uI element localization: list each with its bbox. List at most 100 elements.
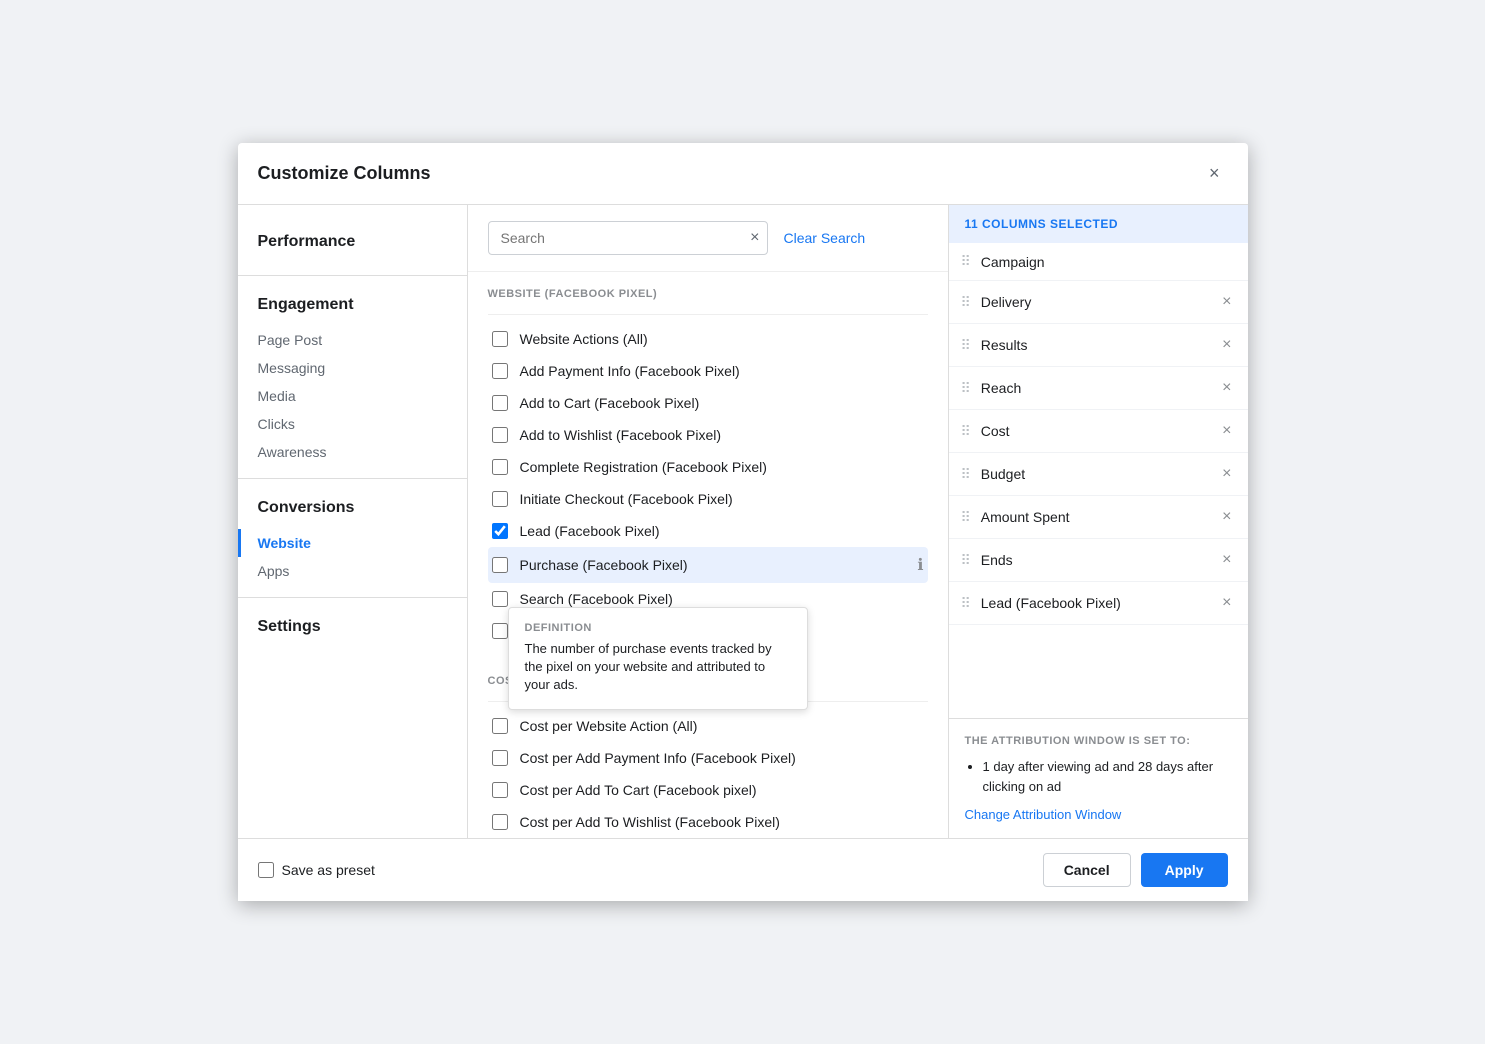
- search-clear-icon[interactable]: ×: [750, 229, 759, 247]
- checkbox-add-to-cart[interactable]: [492, 395, 508, 411]
- checkbox-cost-add-payment[interactable]: [492, 750, 508, 766]
- checkbox-row-website-actions[interactable]: Website Actions (All): [488, 323, 928, 355]
- drag-handle-campaign[interactable]: ⠿: [961, 253, 971, 270]
- selected-item-label-cost: Cost: [981, 423, 1218, 439]
- checkbox-label-search: Search (Facebook Pixel): [520, 591, 924, 607]
- columns-list: WEBSITE (FACEBOOK PIXEL) Website Actions…: [468, 272, 948, 838]
- selected-item-label-ends: Ends: [981, 552, 1218, 568]
- remove-button-budget[interactable]: ×: [1218, 463, 1235, 485]
- selected-item-delivery: ⠿ Delivery ×: [949, 281, 1248, 324]
- checkbox-label-cost-add-payment: Cost per Add Payment Info (Facebook Pixe…: [520, 750, 924, 766]
- apply-button[interactable]: Apply: [1141, 853, 1228, 887]
- sidebar-section-settings: Settings: [238, 610, 467, 648]
- sidebar-section-engagement: Engagement: [238, 288, 467, 326]
- drag-handle-cost[interactable]: ⠿: [961, 423, 971, 440]
- sidebar-item-clicks[interactable]: Clicks: [238, 410, 467, 438]
- remove-button-cost[interactable]: ×: [1218, 420, 1235, 442]
- sidebar-section-conversions: Conversions: [238, 491, 467, 529]
- remove-button-ends[interactable]: ×: [1218, 549, 1235, 571]
- remove-button-delivery[interactable]: ×: [1218, 291, 1235, 313]
- dialog-header: Customize Columns ×: [238, 143, 1248, 205]
- tooltip-title: DEFINITION: [525, 622, 791, 634]
- section-label-website-pixel: WEBSITE (FACEBOOK PIXEL): [488, 272, 928, 310]
- checkbox-row-lead[interactable]: Lead (Facebook Pixel): [488, 515, 928, 547]
- checkbox-add-to-wishlist[interactable]: [492, 427, 508, 443]
- checkbox-add-payment[interactable]: [492, 363, 508, 379]
- attribution-list: 1 day after viewing ad and 28 days after…: [965, 757, 1232, 796]
- drag-handle-reach[interactable]: ⠿: [961, 380, 971, 397]
- drag-handle-ends[interactable]: ⠿: [961, 552, 971, 569]
- remove-button-results[interactable]: ×: [1218, 334, 1235, 356]
- checkbox-label-add-to-wishlist: Add to Wishlist (Facebook Pixel): [520, 427, 924, 443]
- checkbox-row-initiate-checkout[interactable]: Initiate Checkout (Facebook Pixel): [488, 483, 928, 515]
- tooltip-container: DEFINITION The number of purchase events…: [508, 607, 808, 710]
- checkbox-website-actions[interactable]: [492, 331, 508, 347]
- checkbox-label-add-to-cart: Add to Cart (Facebook Pixel): [520, 395, 924, 411]
- checkbox-label-initiate-checkout: Initiate Checkout (Facebook Pixel): [520, 491, 924, 507]
- remove-button-reach[interactable]: ×: [1218, 377, 1235, 399]
- selected-item-amount-spent: ⠿ Amount Spent ×: [949, 496, 1248, 539]
- checkbox-row-add-to-wishlist[interactable]: Add to Wishlist (Facebook Pixel): [488, 419, 928, 451]
- customize-columns-dialog: Customize Columns × Performance Engageme…: [238, 143, 1248, 901]
- attribution-title: THE ATTRIBUTION WINDOW IS SET TO:: [965, 735, 1232, 747]
- attribution-section: THE ATTRIBUTION WINDOW IS SET TO: 1 day …: [949, 718, 1248, 838]
- checkbox-cost-website-action[interactable]: [492, 718, 508, 734]
- selected-item-label-delivery: Delivery: [981, 294, 1218, 310]
- remove-button-amount-spent[interactable]: ×: [1218, 506, 1235, 528]
- save-preset-checkbox[interactable]: [258, 862, 274, 878]
- checkbox-row-cost-add-payment[interactable]: Cost per Add Payment Info (Facebook Pixe…: [488, 742, 928, 774]
- checkbox-search[interactable]: [492, 591, 508, 607]
- drag-handle-budget[interactable]: ⠿: [961, 466, 971, 483]
- checkbox-lead[interactable]: [492, 523, 508, 539]
- close-button[interactable]: ×: [1201, 159, 1228, 188]
- checkbox-initiate-checkout[interactable]: [492, 491, 508, 507]
- drag-handle-lead-pixel[interactable]: ⠿: [961, 595, 971, 612]
- dialog-title: Customize Columns: [258, 163, 431, 184]
- sidebar: Performance Engagement Page Post Messagi…: [238, 205, 468, 838]
- save-preset-label: Save as preset: [282, 862, 375, 878]
- checkbox-row-cost-add-to-wishlist[interactable]: Cost per Add To Wishlist (Facebook Pixel…: [488, 806, 928, 838]
- selected-columns-header: 11 COLUMNS SELECTED: [949, 205, 1248, 243]
- checkbox-label-website-actions: Website Actions (All): [520, 331, 924, 347]
- clear-search-button[interactable]: Clear Search: [784, 230, 866, 246]
- selected-item-cost: ⠿ Cost ×: [949, 410, 1248, 453]
- dialog-footer: Save as preset Cancel Apply: [238, 838, 1248, 901]
- checkbox-row-cost-website-action[interactable]: Cost per Website Action (All): [488, 710, 928, 742]
- selected-item-label-amount-spent: Amount Spent: [981, 509, 1218, 525]
- drag-handle-delivery[interactable]: ⠿: [961, 294, 971, 311]
- selected-item-campaign: ⠿ Campaign: [949, 243, 1248, 281]
- drag-handle-results[interactable]: ⠿: [961, 337, 971, 354]
- search-input[interactable]: [488, 221, 768, 255]
- search-input-wrapper: ×: [488, 221, 768, 255]
- remove-button-lead-pixel[interactable]: ×: [1218, 592, 1235, 614]
- search-bar: × Clear Search: [468, 205, 948, 272]
- checkbox-purchase[interactable]: [492, 557, 508, 573]
- selected-columns-list: ⠿ Campaign ⠿ Delivery × ⠿ Results × ⠿ Re…: [949, 243, 1248, 718]
- checkbox-row-add-payment[interactable]: Add Payment Info (Facebook Pixel): [488, 355, 928, 387]
- info-icon-purchase[interactable]: ℹ: [917, 555, 923, 575]
- attribution-item-1: 1 day after viewing ad and 28 days after…: [983, 757, 1232, 796]
- sidebar-item-apps[interactable]: Apps: [238, 557, 467, 585]
- tooltip: DEFINITION The number of purchase events…: [508, 607, 808, 710]
- checkbox-label-lead: Lead (Facebook Pixel): [520, 523, 924, 539]
- selected-item-results: ⠿ Results ×: [949, 324, 1248, 367]
- checkbox-row-add-to-cart[interactable]: Add to Cart (Facebook Pixel): [488, 387, 928, 419]
- checkbox-row-complete-registration[interactable]: Complete Registration (Facebook Pixel): [488, 451, 928, 483]
- sidebar-item-website[interactable]: Website: [238, 529, 467, 557]
- sidebar-item-messaging[interactable]: Messaging: [238, 354, 467, 382]
- checkbox-row-purchase[interactable]: Purchase (Facebook Pixel) ℹ DEFINITION T…: [488, 547, 928, 583]
- selected-item-label-campaign: Campaign: [981, 254, 1236, 270]
- sidebar-item-page-post[interactable]: Page Post: [238, 326, 467, 354]
- checkbox-cost-add-to-wishlist[interactable]: [492, 814, 508, 830]
- checkbox-label-cost-website-action: Cost per Website Action (All): [520, 718, 924, 734]
- checkbox-cost-add-to-cart[interactable]: [492, 782, 508, 798]
- change-attribution-link[interactable]: Change Attribution Window: [965, 807, 1122, 822]
- checkbox-view-content[interactable]: [492, 623, 508, 639]
- checkbox-row-cost-add-to-cart[interactable]: Cost per Add To Cart (Facebook pixel): [488, 774, 928, 806]
- cancel-button[interactable]: Cancel: [1043, 853, 1131, 887]
- sidebar-item-awareness[interactable]: Awareness: [238, 438, 467, 466]
- sidebar-section-performance: Performance: [238, 225, 467, 263]
- checkbox-complete-registration[interactable]: [492, 459, 508, 475]
- drag-handle-amount-spent[interactable]: ⠿: [961, 509, 971, 526]
- sidebar-item-media[interactable]: Media: [238, 382, 467, 410]
